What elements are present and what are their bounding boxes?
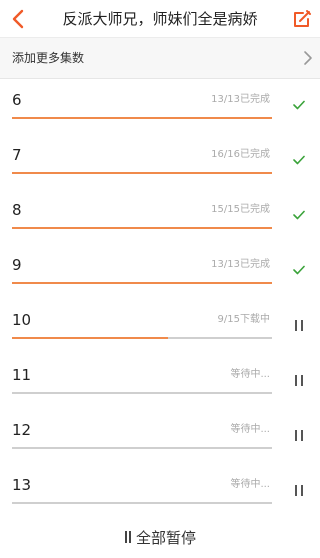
episode-list: 6 13/13已完成 7 16/16已完成 8 15/15已完成 9 13/13已完成 10 9/…: [0, 79, 320, 519]
episode-row[interactable]: 13 等待中...: [0, 464, 320, 519]
check-icon: [292, 262, 306, 278]
progress-track: [12, 337, 272, 339]
progress-track: [12, 172, 272, 174]
progress-track: [12, 502, 272, 504]
progress-fill: [12, 337, 168, 339]
footer-bar: 全部暂停: [0, 516, 320, 558]
episode-status: 等待中...: [230, 424, 270, 435]
progress-fill: [12, 282, 272, 284]
episode-row[interactable]: 7 16/16已完成: [0, 134, 320, 189]
episode-row[interactable]: 12 等待中...: [0, 409, 320, 464]
pause-icon[interactable]: [292, 317, 306, 333]
episode-status: 13/13已完成: [211, 259, 270, 270]
episode-row[interactable]: 11 等待中...: [0, 354, 320, 409]
episode-number: 7: [12, 146, 22, 164]
episode-status: 15/15已完成: [211, 204, 270, 215]
progress-track: [12, 282, 272, 284]
pause-glyph-icon: [294, 374, 304, 386]
chevron-right-icon: [302, 50, 314, 66]
pause-glyph-icon: [294, 429, 304, 441]
episode-number: 12: [12, 421, 32, 439]
episode-number: 10: [12, 311, 32, 329]
episode-number: 11: [12, 366, 32, 384]
check-icon: [292, 207, 306, 223]
back-arrow-icon[interactable]: [10, 8, 26, 30]
pause-icon: [124, 531, 132, 543]
top-bar: 反派大师兄，师妹们全是病娇: [0, 0, 320, 38]
episode-status: 等待中...: [230, 369, 270, 380]
check-icon: [292, 97, 306, 113]
progress-fill: [12, 117, 272, 119]
progress-fill: [12, 172, 272, 174]
pause-all-label: 全部暂停: [135, 528, 196, 547]
episode-status: 16/16已完成: [211, 149, 270, 160]
episode-row[interactable]: 9 13/13已完成: [0, 244, 320, 299]
pause-icon[interactable]: [292, 427, 306, 443]
episode-status: 等待中...: [230, 479, 270, 490]
episode-status: 13/13已完成: [211, 94, 270, 105]
edit-icon[interactable]: [292, 9, 312, 29]
episode-number: 9: [12, 256, 22, 274]
progress-track: [12, 447, 272, 449]
episode-number: 8: [12, 201, 22, 219]
progress-track: [12, 117, 272, 119]
pause-icon[interactable]: [292, 372, 306, 388]
page-title: 反派大师兄，师妹们全是病娇: [62, 10, 258, 28]
episode-number: 6: [12, 91, 22, 109]
episode-row[interactable]: 6 13/13已完成: [0, 79, 320, 134]
pause-glyph-icon: [294, 319, 304, 331]
episode-status: 9/15下载中: [217, 314, 270, 325]
check-icon: [292, 152, 306, 168]
add-more-episodes-row[interactable]: 添加更多集数: [0, 38, 320, 79]
pause-glyph-icon: [294, 484, 304, 496]
episode-row[interactable]: 8 15/15已完成: [0, 189, 320, 244]
episode-row[interactable]: 10 9/15下载中: [0, 299, 320, 354]
add-more-label: 添加更多集数: [12, 51, 85, 65]
pause-icon[interactable]: [292, 482, 306, 498]
progress-track: [12, 227, 272, 229]
download-manager-screen: 反派大师兄，师妹们全是病娇 添加更多集数 6 13/13已完成 7 16/16已完成 8…: [0, 0, 320, 558]
pause-all-button[interactable]: 全部暂停: [124, 527, 196, 548]
episode-number: 13: [12, 476, 32, 494]
progress-track: [12, 392, 272, 394]
progress-fill: [12, 227, 272, 229]
